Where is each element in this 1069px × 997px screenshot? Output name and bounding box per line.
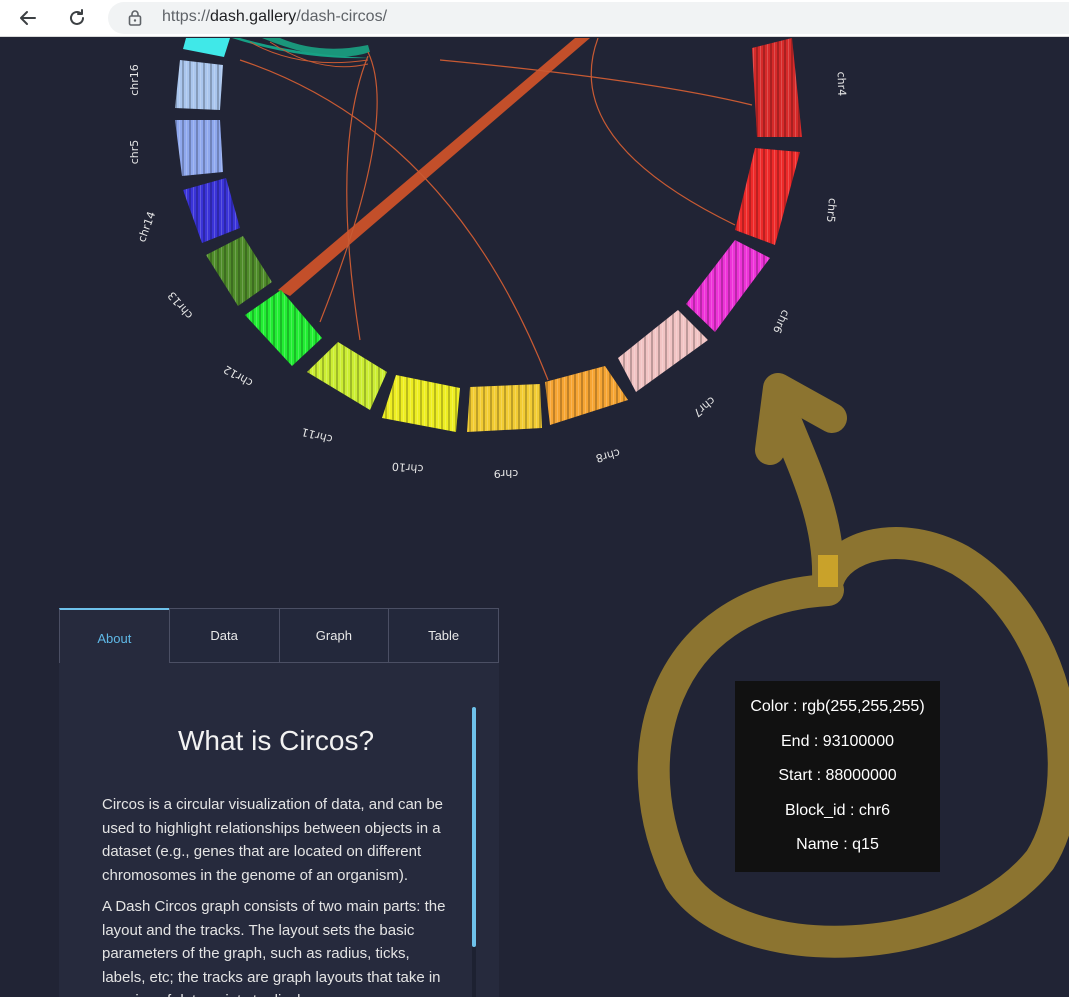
address-bar[interactable]: https://dash.gallery/dash-circos/: [108, 2, 1069, 34]
circos-graph[interactable]: chr16 chr5 chr14 chr13 chr12 chr11 chr10…: [0, 38, 1069, 598]
ideogram-ring[interactable]: [175, 38, 802, 432]
tooltip-block-id: Block_id : chr6: [785, 801, 890, 819]
tooltip-start: Start : 88000000: [778, 767, 897, 785]
tab-bar: About Data Graph Table: [59, 608, 499, 663]
ideogram-label-chr8: chr8: [594, 446, 621, 465]
ideogram-block-chr17[interactable]: [183, 38, 230, 57]
tooltip-name: Name : q15: [796, 836, 879, 854]
tab-data[interactable]: Data: [168, 608, 280, 663]
url-scheme: https://: [162, 8, 211, 25]
ideogram-label-chr10: chr10: [391, 460, 424, 476]
url-path: /dash-circos/: [296, 8, 388, 25]
about-title: What is Circos?: [177, 725, 375, 756]
tab-graph[interactable]: Graph: [278, 608, 390, 663]
tab-table[interactable]: Table: [388, 608, 499, 663]
ideogram-label-chr11: chr11: [300, 425, 334, 446]
about-panel: What is Circos? Circos is a circular vis…: [59, 663, 499, 997]
ideogram-label-chr6: chr6: [770, 308, 792, 336]
lock-icon[interactable]: [128, 9, 142, 27]
ideogram-label-chr15: chr5: [128, 140, 141, 165]
url-text[interactable]: https://dash.gallery/dash-circos/: [162, 8, 387, 26]
ideogram-label-chr14: chr14: [135, 210, 158, 244]
ideogram-label-chr16: chr16: [128, 64, 141, 96]
reload-button[interactable]: [62, 4, 92, 32]
ideogram-label-chr9: chr9: [494, 467, 519, 480]
tab-about[interactable]: About: [59, 608, 170, 663]
chord-line[interactable]: [590, 38, 736, 226]
scrollbar-thumb[interactable]: [472, 707, 476, 947]
ideogram-label-chr4: chr4: [835, 71, 849, 96]
chord-line[interactable]: [319, 51, 378, 323]
browser-toolbar: https://dash.gallery/dash-circos/: [0, 0, 1069, 37]
tooltip-color: Color : rgb(255,255,255): [750, 698, 925, 715]
chord-line[interactable]: [346, 55, 369, 341]
about-paragraph-2: A Dash Circos graph consists of two main…: [102, 898, 446, 997]
back-button[interactable]: [13, 4, 43, 32]
reload-icon: [70, 9, 84, 25]
url-host: dash.gallery: [210, 8, 297, 25]
tooltip-end: End : 93100000: [781, 732, 894, 750]
arrow-left-icon: [20, 11, 36, 25]
ideogram-label-chr5: chr5: [824, 198, 839, 224]
ideogram-bands: [175, 38, 802, 432]
chord-line[interactable]: [439, 59, 753, 106]
ideogram-label-chr12: chr12: [221, 363, 255, 390]
ideogram-label-chr13: chr13: [165, 289, 195, 322]
chord-ribbon[interactable]: [278, 38, 590, 296]
about-body: Circos is a circular visualization of da…: [102, 793, 452, 997]
about-paragraph-1: Circos is a circular visualization of da…: [102, 796, 444, 884]
ideogram-label-chr7: chr7: [691, 394, 718, 420]
block-tooltip: Color : rgb(255,255,255) End : 93100000 …: [735, 681, 940, 872]
